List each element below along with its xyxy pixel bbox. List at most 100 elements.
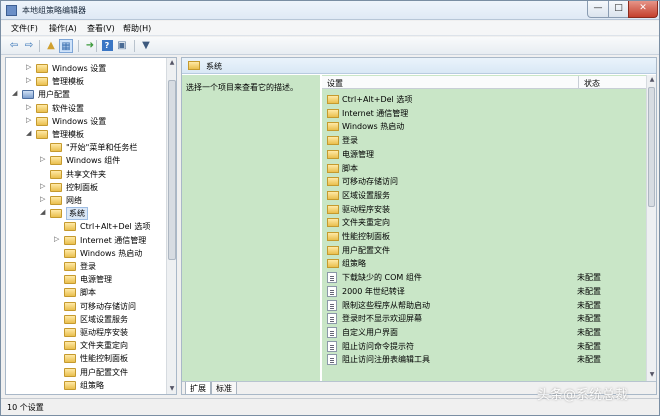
menu-action[interactable]: 操作(A) <box>49 23 77 34</box>
tree-item-label: 脚本 <box>80 288 96 298</box>
tree-item[interactable]: Ctrl+Alt+Del 选项 <box>6 220 166 233</box>
list-item[interactable]: 可移动存储访问 <box>322 175 644 189</box>
list-item[interactable]: 驱动程序安装 <box>322 203 644 217</box>
expand-toggle-icon[interactable]: ◢ <box>12 89 20 97</box>
list-item[interactable]: 限制这些程序从帮助启动 未配置 <box>322 299 644 313</box>
maximize-button[interactable]: □ <box>608 1 629 18</box>
tree-item-label: 管理模板 <box>52 77 84 87</box>
properties-icon[interactable]: ▣ <box>115 39 129 53</box>
list-item[interactable]: 自定义用户界面 未配置 <box>322 326 644 340</box>
column-divider[interactable] <box>578 76 579 89</box>
back-arrow-icon[interactable]: ⇦ <box>7 39 21 53</box>
window-title: 本地组策略编辑器 <box>22 6 86 15</box>
list-item[interactable]: 阻止访问注册表编辑工具 未配置 <box>322 353 644 367</box>
list-item[interactable]: 组策略 <box>322 257 644 271</box>
collapse-toggle-icon[interactable]: ▷ <box>54 235 62 243</box>
list-item-label: Internet 通信管理 <box>342 108 409 118</box>
list-scrollbar[interactable]: ▲ ▼ <box>646 75 656 381</box>
tree-item[interactable]: ▷ 管理模板 <box>6 75 166 88</box>
menu-view[interactable]: 查看(V) <box>87 23 115 34</box>
list-item[interactable]: 登录时不显示欢迎屏幕 未配置 <box>322 312 644 326</box>
tree-item[interactable]: ▷ 软件设置 <box>6 102 166 115</box>
tree-item[interactable]: 文件夹重定向 <box>6 339 166 352</box>
tree-scroll-down-icon[interactable]: ▼ <box>167 384 176 394</box>
up-folder-icon[interactable]: ▲ <box>44 39 58 53</box>
collapse-toggle-icon[interactable]: ▷ <box>40 195 48 203</box>
collapse-toggle-icon[interactable]: ▷ <box>40 182 48 190</box>
folder-icon <box>50 209 62 219</box>
tree-item[interactable]: ◢ 用户配置 <box>6 88 166 101</box>
title-bar[interactable]: 本地组策略编辑器 — □ ✕ <box>1 1 659 20</box>
tree-item[interactable]: ▷ Internet 通信管理 <box>6 234 166 247</box>
list-item[interactable]: 登录 <box>322 134 644 148</box>
tree-scroll-thumb[interactable] <box>168 80 176 260</box>
column-header-setting[interactable]: 设置 <box>327 78 343 89</box>
list-item[interactable]: Internet 通信管理 <box>322 107 644 121</box>
folder-icon <box>64 328 76 337</box>
tree-item[interactable]: ◢ 系统 <box>6 207 166 221</box>
tree-item[interactable]: Windows 热启动 <box>6 247 166 260</box>
list-scroll-down-icon[interactable]: ▼ <box>647 370 656 380</box>
tree-item[interactable]: ▷ Windows 设置 <box>6 115 166 128</box>
tree-scrollbar[interactable]: ▲ ▼ <box>166 58 176 394</box>
list-item[interactable]: 下载缺少的 COM 组件 未配置 <box>322 271 644 285</box>
collapse-toggle-icon[interactable]: ▷ <box>26 76 34 84</box>
tab-extended[interactable]: 扩展 <box>185 382 211 394</box>
expand-toggle-icon[interactable]: ◢ <box>26 129 34 137</box>
tree-item[interactable]: ▷ 控制面板 <box>6 181 166 194</box>
expand-toggle-icon[interactable]: ◢ <box>40 208 48 216</box>
list-item[interactable]: Windows 热启动 <box>322 120 644 134</box>
show-tree-icon[interactable]: ▦ <box>59 39 73 53</box>
folder-icon <box>64 301 76 311</box>
list-scroll-thumb[interactable] <box>648 87 655 207</box>
policy-setting-icon <box>327 272 337 284</box>
tree-item[interactable]: ▷ Windows 设置 <box>6 62 166 75</box>
list-item[interactable]: Ctrl+Alt+Del 选项 <box>322 93 644 107</box>
tree-item[interactable]: 共享文件夹 <box>6 168 166 181</box>
list-item[interactable]: 阻止访问命令提示符 未配置 <box>322 340 644 354</box>
filter-icon[interactable]: ▼ <box>139 39 153 53</box>
tree-item[interactable]: ▷ 网络 <box>6 194 166 207</box>
tree-scroll-up-icon[interactable]: ▲ <box>167 58 176 68</box>
list-scroll-up-icon[interactable]: ▲ <box>647 75 656 85</box>
tree-item[interactable]: "开始"菜单和任务栏 <box>6 141 166 154</box>
tab-standard[interactable]: 标准 <box>211 382 237 394</box>
forward-arrow-icon[interactable]: ⇨ <box>22 39 36 53</box>
tree-item[interactable]: 登录 <box>6 260 166 273</box>
menu-help[interactable]: 帮助(H) <box>123 23 151 34</box>
minimize-button[interactable]: — <box>587 1 609 18</box>
export-list-icon[interactable]: ➜ <box>83 39 97 53</box>
list-item-label: 阻止访问命令提示符 <box>342 341 414 351</box>
toolbar-separator <box>39 40 40 52</box>
list-item[interactable]: 区域设置服务 <box>322 189 644 203</box>
list-item[interactable]: 文件夹重定向 <box>322 216 644 230</box>
tree-item[interactable]: 脚本 <box>6 286 166 299</box>
close-button[interactable]: ✕ <box>628 1 658 18</box>
folder-icon <box>50 196 62 205</box>
collapse-toggle-icon[interactable]: ▷ <box>26 116 34 124</box>
help-icon[interactable]: ? <box>100 39 114 53</box>
tree-item[interactable]: 性能控制面板 <box>6 352 166 365</box>
list-item-label: 组策略 <box>342 259 366 269</box>
tree-item[interactable]: 驱动程序安装 <box>6 326 166 339</box>
list-item[interactable]: 2000 年世纪转译 未配置 <box>322 285 644 299</box>
list-item[interactable]: 脚本 <box>322 162 644 176</box>
list-item[interactable]: 性能控制面板 <box>322 230 644 244</box>
list-item[interactable]: 电源管理 <box>322 148 644 162</box>
column-header-state[interactable]: 状态 <box>584 78 600 89</box>
tree-item[interactable]: ▷ Windows 组件 <box>6 154 166 167</box>
folder-icon <box>327 177 339 187</box>
list-item-label: 可移动存储访问 <box>342 177 398 187</box>
tree-item[interactable]: 区域设置服务 <box>6 313 166 326</box>
menu-file[interactable]: 文件(F) <box>11 23 38 34</box>
tree-item-label: Windows 组件 <box>66 156 121 166</box>
collapse-toggle-icon[interactable]: ▷ <box>40 155 48 163</box>
tree-item[interactable]: 电源管理 <box>6 273 166 286</box>
list-item[interactable]: 用户配置文件 <box>322 244 644 258</box>
tree-item[interactable]: ◢ 管理模板 <box>6 128 166 141</box>
collapse-toggle-icon[interactable]: ▷ <box>26 63 34 71</box>
tree-item[interactable]: 组策略 <box>6 379 166 392</box>
tree-item[interactable]: 可移动存储访问 <box>6 300 166 313</box>
collapse-toggle-icon[interactable]: ▷ <box>26 103 34 111</box>
tree-item[interactable]: 用户配置文件 <box>6 366 166 379</box>
